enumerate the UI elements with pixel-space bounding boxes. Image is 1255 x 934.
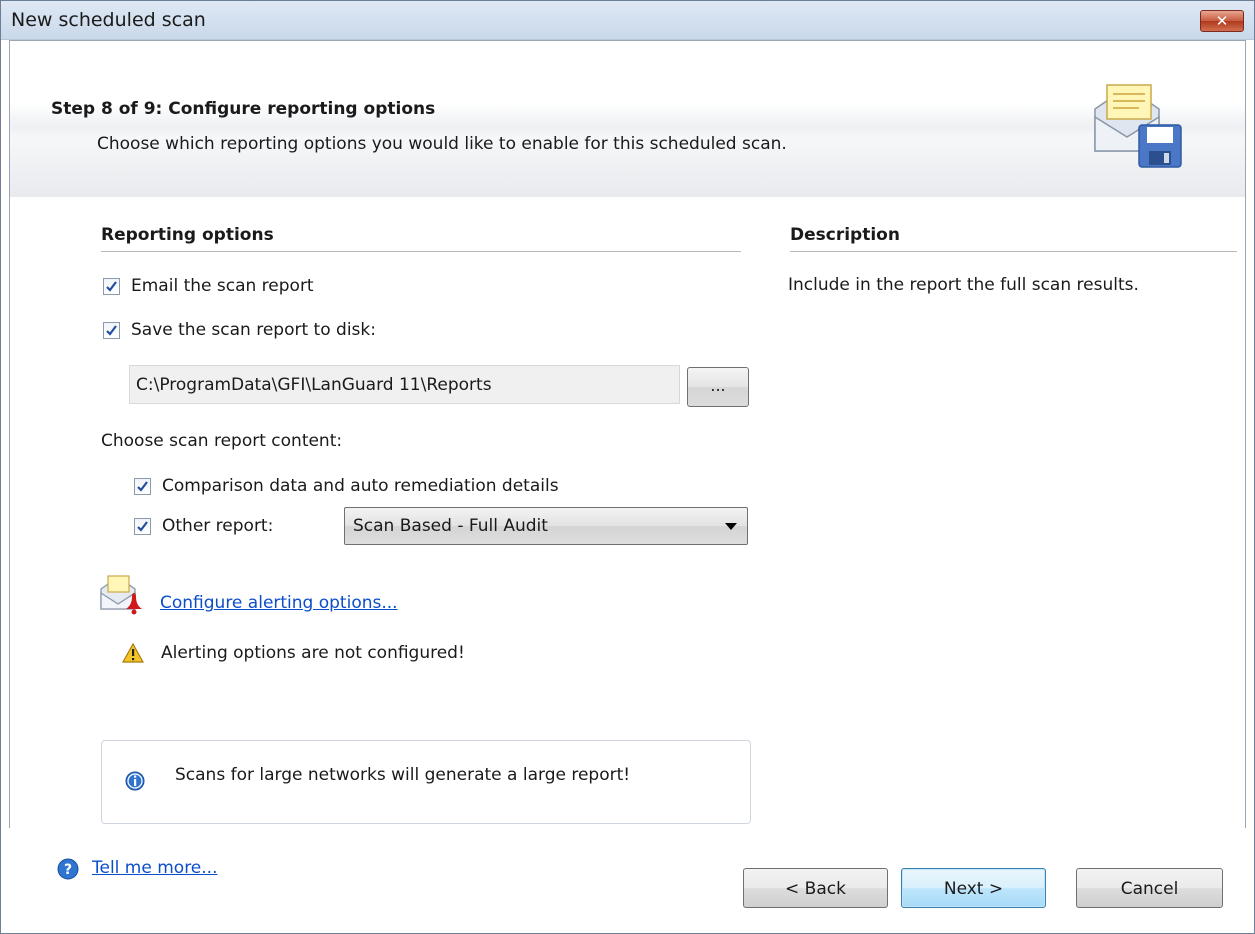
reporting-options-heading: Reporting options <box>101 225 274 245</box>
next-button[interactable]: Next > <box>901 868 1046 908</box>
description-heading: Description <box>790 225 900 245</box>
alert-mail-icon <box>100 575 142 615</box>
other-report-select[interactable]: Scan Based - Full Audit <box>344 507 748 545</box>
email-report-checkbox[interactable] <box>103 278 120 295</box>
back-button[interactable]: < Back <box>743 868 888 908</box>
help-icon: ? <box>57 858 79 880</box>
checkmark-icon <box>106 325 117 336</box>
title-bar[interactable]: New scheduled scan ✕ <box>1 1 1254 40</box>
checkmark-icon <box>137 521 148 532</box>
report-content-label: Choose scan report content: <box>101 431 343 451</box>
close-icon: ✕ <box>1215 12 1229 30</box>
warning-icon <box>122 643 144 663</box>
step-subtitle: Choose which reporting options you would… <box>97 134 787 154</box>
cancel-button[interactable]: Cancel <box>1076 868 1223 908</box>
wizard-window: New scheduled scan ✕ Step 8 of 9: Config… <box>0 0 1255 934</box>
browse-button[interactable]: ... <box>687 367 749 407</box>
other-report-label[interactable]: Other report: <box>162 516 273 536</box>
info-notice: Scans for large networks will generate a… <box>101 740 751 824</box>
description-divider <box>790 251 1237 252</box>
wizard-body: Step 8 of 9: Configure reporting options… <box>9 40 1246 829</box>
checkmark-icon <box>137 481 148 492</box>
wizard-footer: ? Tell me more... < Back Next > Cancel <box>1 828 1254 933</box>
alerting-warning-text: Alerting options are not configured! <box>161 643 465 663</box>
step-title: Step 8 of 9: Configure reporting options <box>51 99 436 119</box>
mail-save-icon <box>1094 84 1182 168</box>
svg-text:?: ? <box>64 862 72 878</box>
window-title: New scheduled scan <box>11 9 206 31</box>
report-path-field[interactable]: C:\ProgramData\GFI\LanGuard 11\Reports <box>129 365 680 404</box>
other-report-checkbox[interactable] <box>134 518 151 535</box>
description-text: Include in the report the full scan resu… <box>788 275 1139 295</box>
email-report-label[interactable]: Email the scan report <box>131 276 314 296</box>
step-header: Step 8 of 9: Configure reporting options… <box>10 41 1245 197</box>
info-icon <box>125 771 145 791</box>
configure-alerting-link[interactable]: Configure alerting options... <box>160 593 398 613</box>
tell-me-more-link[interactable]: Tell me more... <box>92 858 217 878</box>
info-text: Scans for large networks will generate a… <box>175 765 631 785</box>
dropdown-arrow-icon <box>725 523 737 530</box>
close-button[interactable]: ✕ <box>1200 10 1244 32</box>
comparison-data-label[interactable]: Comparison data and auto remediation det… <box>162 476 559 496</box>
save-report-label[interactable]: Save the scan report to disk: <box>131 320 376 340</box>
checkmark-icon <box>106 281 117 292</box>
reporting-options-divider <box>101 251 741 252</box>
save-report-checkbox[interactable] <box>103 322 120 339</box>
other-report-selected-value: Scan Based - Full Audit <box>353 516 548 536</box>
comparison-data-checkbox[interactable] <box>134 478 151 495</box>
